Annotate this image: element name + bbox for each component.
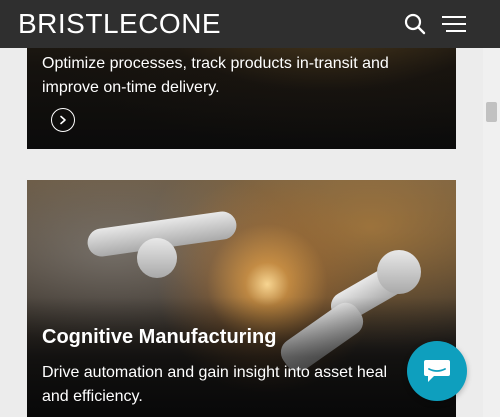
scrollbar-thumb[interactable] (486, 102, 497, 122)
search-icon[interactable] (404, 13, 426, 35)
chat-bubble-icon (424, 360, 450, 382)
robot-arm-image (377, 250, 421, 294)
chevron-right-icon (60, 115, 66, 125)
card-title[interactable]: Cognitive Manufacturing (42, 326, 276, 349)
logo[interactable]: BRISTLECONE (18, 9, 221, 39)
hamburger-menu-icon[interactable] (442, 14, 466, 34)
robot-arm-image (137, 238, 177, 278)
card-description: Optimize processes, track products in-tr… (42, 55, 389, 96)
site-header: BRISTLECONE (0, 0, 500, 48)
page: BRISTLECONE Optimize processes, track pr… (0, 0, 500, 417)
card-description: Drive automation and gain insight into a… (42, 364, 388, 405)
learn-more-button[interactable] (51, 108, 75, 132)
scrollbar[interactable] (483, 48, 500, 417)
chat-widget-button[interactable] (407, 341, 467, 401)
solution-card-cognitive-manufacturing[interactable]: Cognitive Manufacturing Drive automation… (27, 180, 456, 417)
